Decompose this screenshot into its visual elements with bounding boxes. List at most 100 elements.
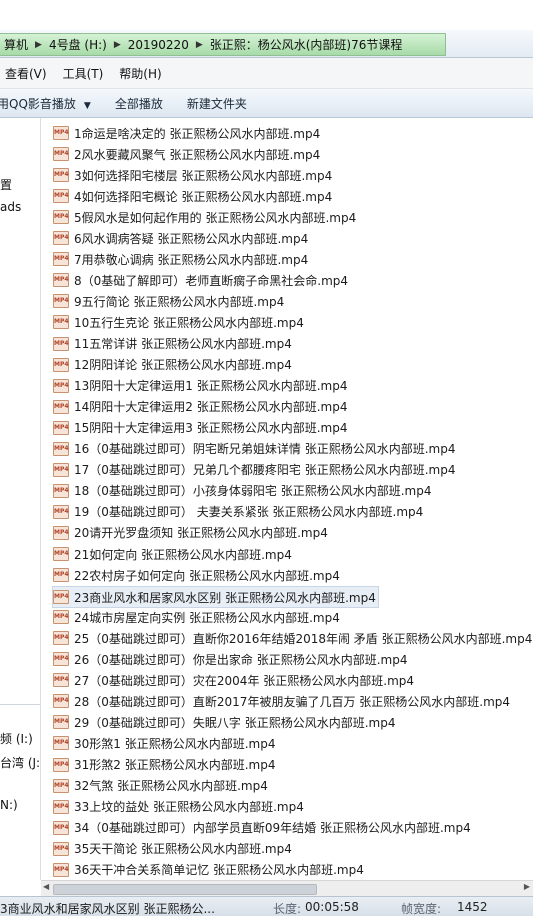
- breadcrumb-drive[interactable]: 4号盘 (H:): [45, 36, 111, 53]
- command-toolbar: 用QQ影音播放 ▼ 全部播放 新建文件夹: [0, 89, 533, 118]
- file-row[interactable]: MP4 25（0基础跳过即可）直断你2016年结婚2018年闹 矛盾 张正熙杨公风…: [53, 628, 532, 648]
- length-label: 长度:: [273, 902, 302, 916]
- file-row[interactable]: MP4 3如何选择阳宅楼层 张正熙杨公风水内部班.mp4: [53, 165, 332, 185]
- file-name: 12阴阳详论 张正熙杨公风水内部班.mp4: [74, 358, 292, 373]
- file-row[interactable]: MP4 11五常详讲 张正熙杨公风水内部班.mp4: [53, 334, 292, 354]
- frame-width-value: 1452: [457, 900, 488, 914]
- file-row[interactable]: MP4 22农村房子如何定向 张正熙杨公风水内部班.mp4: [53, 565, 340, 585]
- file-row[interactable]: MP4 34（0基础跳过即可）内部学员直断09年结婚 张正熙杨公风水内部班.mp4: [53, 818, 471, 838]
- file-row[interactable]: MP4 8（0基础了解即可）老师直断瘸子命黑社会命.mp4: [53, 270, 348, 290]
- mp4-file-icon: MP4: [53, 631, 69, 646]
- file-name: 35天干简论 张正熙杨公风水内部班.mp4: [74, 842, 292, 857]
- file-name: 30形煞1 张正熙杨公风水内部班.mp4: [74, 736, 276, 751]
- nav-item-downloads[interactable]: ads: [0, 200, 21, 214]
- breadcrumb[interactable]: 算机 ▶ 4号盘 (H:) ▶ 20190220 ▶ 张正熙：杨公风水(内部班)…: [0, 33, 446, 56]
- file-list[interactable]: MP4 1命运是啥决定的 张正熙杨公风水内部班.mp4 MP4 2风水要藏风聚气 张正…: [41, 118, 533, 880]
- menu-help[interactable]: 帮助(H): [111, 65, 169, 82]
- file-row[interactable]: MP4 35天干简论 张正熙杨公风水内部班.mp4: [53, 839, 292, 859]
- scroll-left-icon[interactable]: ◀: [43, 882, 49, 891]
- mp4-file-icon: MP4: [53, 273, 69, 288]
- file-row[interactable]: MP4 9五行简论 张正熙杨公风水内部班.mp4: [53, 291, 284, 311]
- mp4-file-icon: MP4: [53, 294, 69, 309]
- menu-bar: 查看(V) 工具(T) 帮助(H): [0, 58, 533, 89]
- file-name: 10五行生克论 张正熙杨公风水内部班.mp4: [74, 315, 304, 330]
- file-row[interactable]: MP4 15阴阳十大定律运用3 张正熙杨公风水内部班.mp4: [53, 418, 347, 438]
- file-row[interactable]: MP4 33上坟的益处 张正熙杨公风水内部班.mp4: [53, 797, 304, 817]
- play-with-label: 用QQ影音播放: [0, 96, 76, 111]
- file-row[interactable]: MP4 7用恭敬心调病 张正熙杨公风水内部班.mp4: [53, 249, 308, 269]
- play-all-button[interactable]: 全部播放: [103, 95, 175, 112]
- nav-item-drive-i[interactable]: 频 (I:): [0, 730, 33, 747]
- file-row[interactable]: MP4 18（0基础跳过即可）小孩身体弱阳宅 张正熙杨公风水内部班.mp4: [53, 481, 431, 501]
- file-row[interactable]: MP4 28（0基础跳过即可）直断2017年被朋友骗了几百万 张正熙杨公风水内部班…: [53, 691, 510, 711]
- mp4-file-icon: MP4: [53, 715, 69, 730]
- nav-item-drive-n[interactable]: N:): [0, 798, 18, 812]
- breadcrumb-folder-date[interactable]: 20190220: [124, 38, 193, 52]
- file-row[interactable]: MP4 36天干冲合关系简单记忆 张正熙杨公风水内部班.mp4: [53, 860, 364, 880]
- file-row[interactable]: MP4 27（0基础跳过即可）灾在2004年 张正熙杨公风水内部班.mp4: [53, 670, 414, 690]
- file-row[interactable]: MP4 16（0基础跳过即可）阴宅断兄弟姐妹详情 张正熙杨公风水内部班.mp4: [53, 439, 455, 459]
- file-row[interactable]: MP4 32气煞 张正熙杨公风水内部班.mp4: [53, 776, 268, 796]
- mp4-file-icon: MP4: [53, 231, 69, 246]
- file-name: 14阴阳十大定律运用2 张正熙杨公风水内部班.mp4: [74, 400, 348, 415]
- file-name: 23商业风水和居家风水区别 张正熙杨公风水内部班.mp4: [74, 590, 376, 605]
- file-row[interactable]: MP4 10五行生克论 张正熙杨公风水内部班.mp4: [53, 312, 304, 332]
- mp4-file-icon: MP4: [53, 441, 69, 456]
- file-row[interactable]: MP4 5假风水是如何起作用的 张正熙杨公风水内部班.mp4: [53, 207, 356, 227]
- chevron-right-icon[interactable]: ▶: [111, 40, 124, 50]
- file-name: 1命运是啥决定的 张正熙杨公风水内部班.mp4: [74, 126, 321, 141]
- file-name: 4如何选择阳宅概论 张正熙杨公风水内部班.mp4: [74, 189, 333, 204]
- file-row[interactable]: MP4 12阴阳详论 张正熙杨公风水内部班.mp4: [53, 355, 292, 375]
- file-name: 3如何选择阳宅楼层 张正熙杨公风水内部班.mp4: [74, 168, 333, 183]
- file-row[interactable]: MP4 20请开光罗盘须知 张正熙杨公风水内部班.mp4: [53, 523, 328, 543]
- file-name: 33上坟的益处 张正熙杨公风水内部班.mp4: [74, 800, 304, 815]
- file-row[interactable]: MP4 19（0基础跳过即可） 夫妻关系紧张 张正熙杨公风水内部班.mp4: [53, 502, 423, 522]
- play-with-button[interactable]: 用QQ影音播放 ▼: [0, 95, 103, 112]
- length-value: 00:05:58: [305, 900, 359, 914]
- file-row[interactable]: MP4 2风水要藏风聚气 张正熙杨公风水内部班.mp4: [53, 144, 320, 164]
- file-name: 17（0基础跳过即可）兄弟几个都腰疼阳宅 张正熙杨公风水内部班.mp4: [74, 463, 456, 478]
- file-name: 2风水要藏风聚气 张正熙杨公风水内部班.mp4: [74, 147, 321, 162]
- file-name: 5假风水是如何起作用的 张正熙杨公风水内部班.mp4: [74, 210, 357, 225]
- mp4-file-icon: MP4: [53, 757, 69, 772]
- mp4-file-icon: MP4: [53, 504, 69, 519]
- file-row[interactable]: MP4 13阴阳十大定律运用1 张正熙杨公风水内部班.mp4: [53, 376, 347, 396]
- file-row[interactable]: MP4 4如何选择阳宅概论 张正熙杨公风水内部班.mp4: [53, 186, 332, 206]
- mp4-file-icon: MP4: [53, 862, 69, 877]
- mp4-file-icon: MP4: [53, 525, 69, 540]
- mp4-file-icon: MP4: [53, 590, 69, 605]
- new-folder-button[interactable]: 新建文件夹: [175, 95, 259, 112]
- breadcrumb-folder-course[interactable]: 张正熙：杨公风水(内部班)76节课程: [206, 36, 407, 53]
- file-row[interactable]: MP4 6风水调病答疑 张正熙杨公风水内部班.mp4: [53, 228, 308, 248]
- file-row[interactable]: MP4 14阴阳十大定律运用2 张正熙杨公风水内部班.mp4: [53, 397, 347, 417]
- mp4-file-icon: MP4: [53, 568, 69, 583]
- file-row[interactable]: MP4 21如何定向 张正熙杨公风水内部班.mp4: [53, 544, 292, 564]
- scroll-right-icon[interactable]: ▶: [524, 882, 530, 891]
- navigation-pane[interactable]: 置 ads 频 (I:) 台湾 (J: N:): [0, 118, 41, 880]
- file-row[interactable]: MP4 1命运是啥决定的 张正熙杨公风水内部班.mp4: [53, 123, 320, 143]
- nav-item-settings[interactable]: 置: [0, 176, 12, 193]
- file-row[interactable]: MP4 23商业风水和居家风水区别 张正熙杨公风水内部班.mp4: [52, 586, 379, 609]
- chevron-right-icon[interactable]: ▶: [32, 40, 45, 50]
- file-row[interactable]: MP4 29（0基础跳过即可）失眠八字 张正熙杨公风水内部班.mp4: [53, 712, 395, 732]
- file-name: 28（0基础跳过即可）直断2017年被朋友骗了几百万 张正熙杨公风水内部班.mp…: [74, 694, 511, 709]
- file-row[interactable]: MP4 30形煞1 张正熙杨公风水内部班.mp4: [53, 733, 275, 753]
- menu-tools[interactable]: 工具(T): [55, 65, 112, 82]
- file-row[interactable]: MP4 24城市房屋定向实例 张正熙杨公风水内部班.mp4: [53, 607, 340, 627]
- file-name: 11五常详讲 张正熙杨公风水内部班.mp4: [74, 337, 292, 351]
- chevron-right-icon[interactable]: ▶: [193, 40, 206, 50]
- nav-item-drive-j[interactable]: 台湾 (J:: [0, 754, 40, 771]
- menu-view[interactable]: 查看(V): [0, 65, 55, 82]
- mp4-file-icon: MP4: [53, 673, 69, 688]
- file-name: 13阴阳十大定律运用1 张正熙杨公风水内部班.mp4: [74, 379, 348, 394]
- breadcrumb-computer[interactable]: 算机: [0, 36, 32, 53]
- file-name: 16（0基础跳过即可）阴宅断兄弟姐妹详情 张正熙杨公风水内部班.mp4: [74, 442, 456, 457]
- mp4-file-icon: MP4: [53, 399, 69, 414]
- file-row[interactable]: MP4 26（0基础跳过即可）你是出家命 张正熙杨公风水内部班.mp4: [53, 649, 407, 669]
- file-row[interactable]: MP4 31形煞2 张正熙杨公风水内部班.mp4: [53, 755, 275, 775]
- scrollbar-thumb[interactable]: [53, 884, 317, 895]
- horizontal-scrollbar[interactable]: ◀ ▶: [41, 880, 533, 896]
- address-bar[interactable]: 算机 ▶ 4号盘 (H:) ▶ 20190220 ▶ 张正熙：杨公风水(内部班)…: [0, 30, 533, 58]
- chevron-down-icon[interactable]: ▼: [84, 101, 91, 111]
- file-row[interactable]: MP4 17（0基础跳过即可）兄弟几个都腰疼阳宅 张正熙杨公风水内部班.mp4: [53, 460, 455, 480]
